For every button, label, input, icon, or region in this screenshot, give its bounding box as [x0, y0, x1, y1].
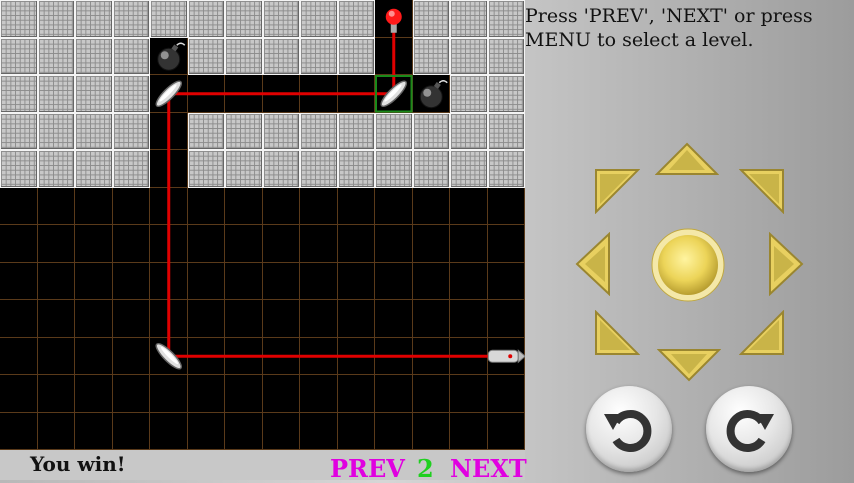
instructions-text: Press 'PREV', 'NEXT' or press MENU to se…	[525, 5, 813, 51]
rotate-ccw-icon	[604, 410, 652, 452]
laser-target	[385, 8, 402, 33]
dpad-up-left-button[interactable]	[594, 168, 640, 214]
dpad-down-right-button[interactable]	[739, 310, 785, 356]
dpad-down-left-button[interactable]	[594, 310, 640, 356]
prev-level-button[interactable]: PREV	[330, 454, 405, 483]
dpad-left-button[interactable]	[575, 232, 611, 296]
laser-layer	[155, 8, 525, 370]
dpad-up-button[interactable]	[655, 142, 719, 178]
next-level-button[interactable]: NEXT	[450, 454, 527, 483]
rotate-cw-icon	[726, 410, 774, 452]
bomb-icon	[419, 80, 448, 109]
dpad-right-button[interactable]	[768, 232, 804, 296]
status-message: You win!	[30, 452, 126, 476]
dpad-center-button[interactable]	[650, 227, 726, 303]
laser-emitter	[487, 349, 525, 364]
dpad-down-button[interactable]	[657, 348, 721, 384]
laser-beam	[167, 18, 507, 358]
rotate-left-button[interactable]	[586, 386, 672, 472]
level-number: 2	[417, 454, 434, 483]
game-board[interactable]	[0, 0, 525, 450]
rotate-right-button[interactable]	[706, 386, 792, 472]
bomb-icon	[157, 42, 186, 71]
dpad-up-right-button[interactable]	[739, 168, 785, 214]
